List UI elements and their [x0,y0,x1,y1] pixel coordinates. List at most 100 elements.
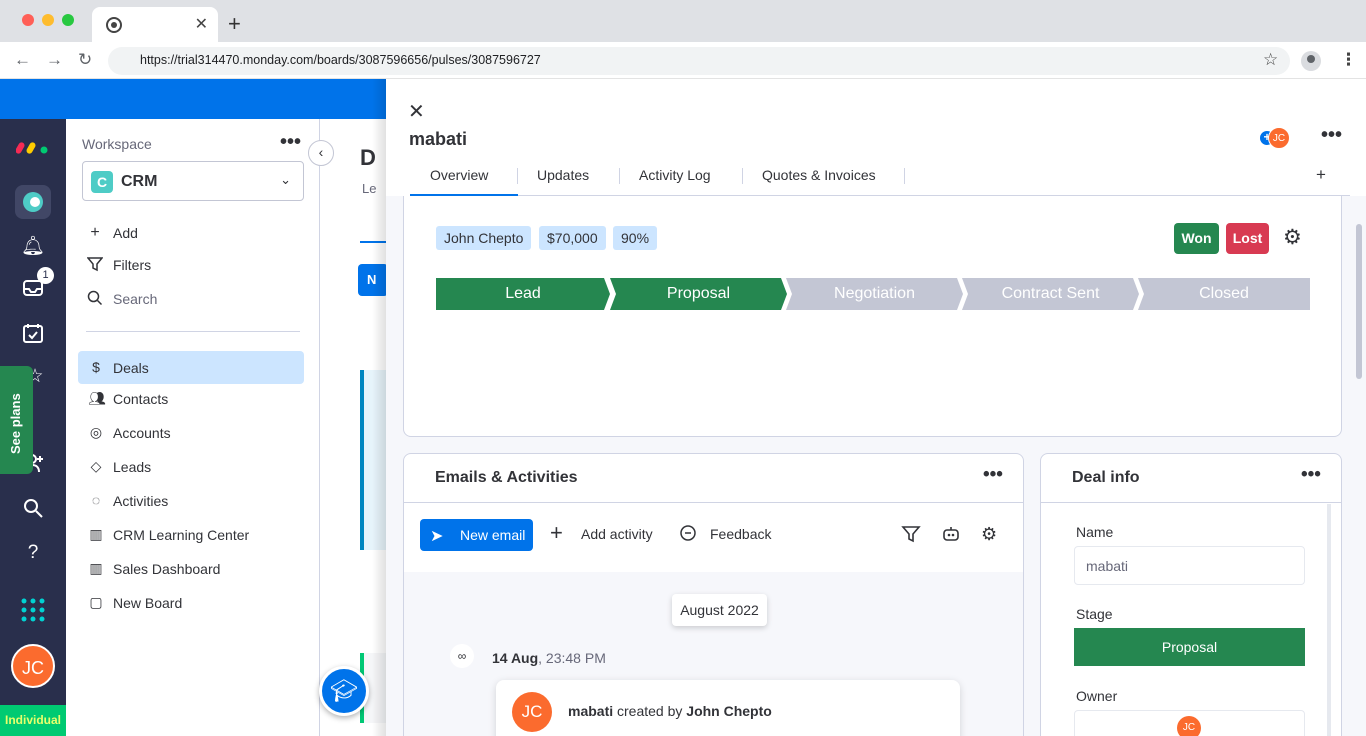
sidebar-item-deals[interactable]: $ Deals [78,351,304,384]
won-button[interactable]: Won [1174,223,1219,254]
sidebar-item-sales-dashboard[interactable]: ▥ Sales Dashboard [78,552,304,585]
probability-chip[interactable]: 90% [613,226,658,250]
my-work-icon[interactable] [20,322,46,348]
name-label: Name [1076,524,1114,540]
monday-logo-icon[interactable] [16,137,50,155]
feedback-icon[interactable] [679,524,697,547]
new-email-button[interactable]: ➤ New email [420,519,533,551]
tab-divider [517,168,518,184]
sidebar-item-leads[interactable]: ◇ Leads [78,450,304,483]
activities-icon: ◌ [91,492,101,508]
plus-icon: + [90,224,100,241]
sidebar-item-label: Leads [113,459,152,475]
see-plans-button[interactable]: See plans [0,366,33,474]
apps-grid-icon[interactable] [20,597,46,623]
search-icon[interactable] [20,497,46,523]
sidebar-item-crm-learning-center[interactable]: ▥ CRM Learning Center [78,518,304,551]
tab-divider [904,168,905,184]
lost-button[interactable]: Lost [1226,223,1269,254]
see-plans-label: See plans [8,393,23,454]
back-icon[interactable]: ← [14,50,31,70]
workspace-home-icon[interactable] [20,189,46,215]
owner-avatar: JC [1177,716,1201,736]
learning-center-button[interactable]: 🎓︎ [319,666,369,716]
deal-summary-card: John Chepto $70,000 90% Won Lost ⚙ Lead … [403,196,1342,437]
browser-menu-icon[interactable]: ⋮ [1340,50,1357,70]
monday-small-icon: ∞ [450,644,474,668]
activity-text: mabati created by John Chepto [568,703,772,719]
user-avatar[interactable]: JC [11,644,55,688]
maximize-window-button[interactable] [62,14,74,26]
filter-icon[interactable] [901,524,921,549]
new-tab-icon[interactable]: + [228,11,241,37]
reload-icon[interactable]: ↻ [78,50,92,70]
tab-quotes-invoices[interactable]: Quotes & Invoices [762,167,876,183]
feedback-button[interactable]: Feedback [710,526,771,542]
panel-scrollbar[interactable] [1356,224,1362,379]
url-field[interactable]: https://trial314470.monday.com/boards/30… [108,47,1290,75]
deal-info-options-icon[interactable]: ••• [1301,464,1321,486]
workspace-selector[interactable]: C CRM ⌄ [82,161,304,201]
deal-info-card: Deal info ••• Name mabati Stage Proposal… [1040,453,1342,736]
emails-activities-card: Emails & Activities ••• ➤ New email + Ad… [403,453,1024,736]
plus-icon[interactable]: + [550,520,563,546]
stage-negotiation[interactable]: Negotiation [786,278,963,310]
stage-field[interactable]: Proposal [1074,628,1305,666]
item-title[interactable]: mabati [409,129,467,150]
minimize-window-button[interactable] [42,14,54,26]
dollar-icon: $ [92,359,100,375]
emails-options-icon[interactable]: ••• [983,464,1003,486]
gear-icon[interactable]: ⚙ [981,524,997,545]
profile-icon[interactable] [1301,51,1321,71]
stage-lead[interactable]: Lead [436,278,610,310]
emails-activities-title: Emails & Activities [435,469,578,486]
gear-icon[interactable]: ⚙ [1283,225,1302,250]
search-icon [86,290,104,311]
notifications-icon[interactable]: 🔔︎ [20,234,46,260]
divider [86,331,300,332]
search-label: Search [113,291,158,307]
leads-icon: ◇ [90,458,102,474]
close-window-button[interactable] [22,14,34,26]
sidebar-item-label: Contacts [113,391,169,407]
collapse-sidebar-button[interactable]: ‹ [308,140,334,166]
close-tab-icon[interactable]: ✕ [195,14,208,34]
name-field[interactable]: mabati [1074,546,1305,585]
add-tab-icon[interactable]: + [1316,165,1326,185]
tab-activity-log[interactable]: Activity Log [639,167,711,183]
close-icon[interactable]: ✕ [408,99,425,124]
activity-feed: August 2022 ∞ 14 Aug, 23:48 PM JC mabati… [404,572,1023,736]
add-activity-button[interactable]: Add activity [581,526,653,542]
deal-info-scrollbar[interactable] [1327,504,1331,736]
inbox-badge: 1 [37,267,54,284]
owner-chip[interactable]: John Chepto [436,226,532,250]
contacts-icon: 👥︎ [88,390,106,406]
sidebar-item-new-board[interactable]: ▢ New Board [78,586,304,619]
sidebar-item-accounts[interactable]: ◎ Accounts [78,416,304,449]
dashboard-icon: ▥ [89,526,103,542]
help-icon[interactable]: ? [20,542,46,568]
item-options-icon[interactable]: ••• [1321,124,1342,147]
browser-tab[interactable]: ✕ [92,7,218,42]
avatar: JC [512,692,552,732]
filters-label: Filters [113,257,152,273]
forward-icon[interactable]: → [46,50,63,70]
workspace-options-icon[interactable]: ••• [280,131,301,154]
subscribers-button[interactable]: + JC [1260,127,1292,149]
workspace-name: CRM [121,173,158,190]
sidebar-item-activities[interactable]: ◌ Activities [78,484,304,517]
stage-proposal[interactable]: Proposal [610,278,787,310]
left-rail: 🔔︎ 1 ☆ ? JC Individual See plans [0,119,66,736]
value-chip[interactable]: $70,000 [539,226,606,250]
month-label: August 2022 [672,594,767,626]
stage-closed[interactable]: Closed [1138,278,1310,310]
tab-updates[interactable]: Updates [537,167,589,183]
filter-icon [86,256,104,277]
bookmark-star-icon[interactable]: ☆ [1263,50,1278,70]
deal-info-title: Deal info [1072,469,1140,486]
robot-icon[interactable] [941,524,961,549]
stage-contract-sent[interactable]: Contract Sent [962,278,1139,310]
tab-overview[interactable]: Overview [410,167,519,196]
sidebar-item-contacts[interactable]: 👥︎ Contacts [78,382,304,415]
activity-entry[interactable]: JC mabati created by John Chepto [496,680,960,736]
